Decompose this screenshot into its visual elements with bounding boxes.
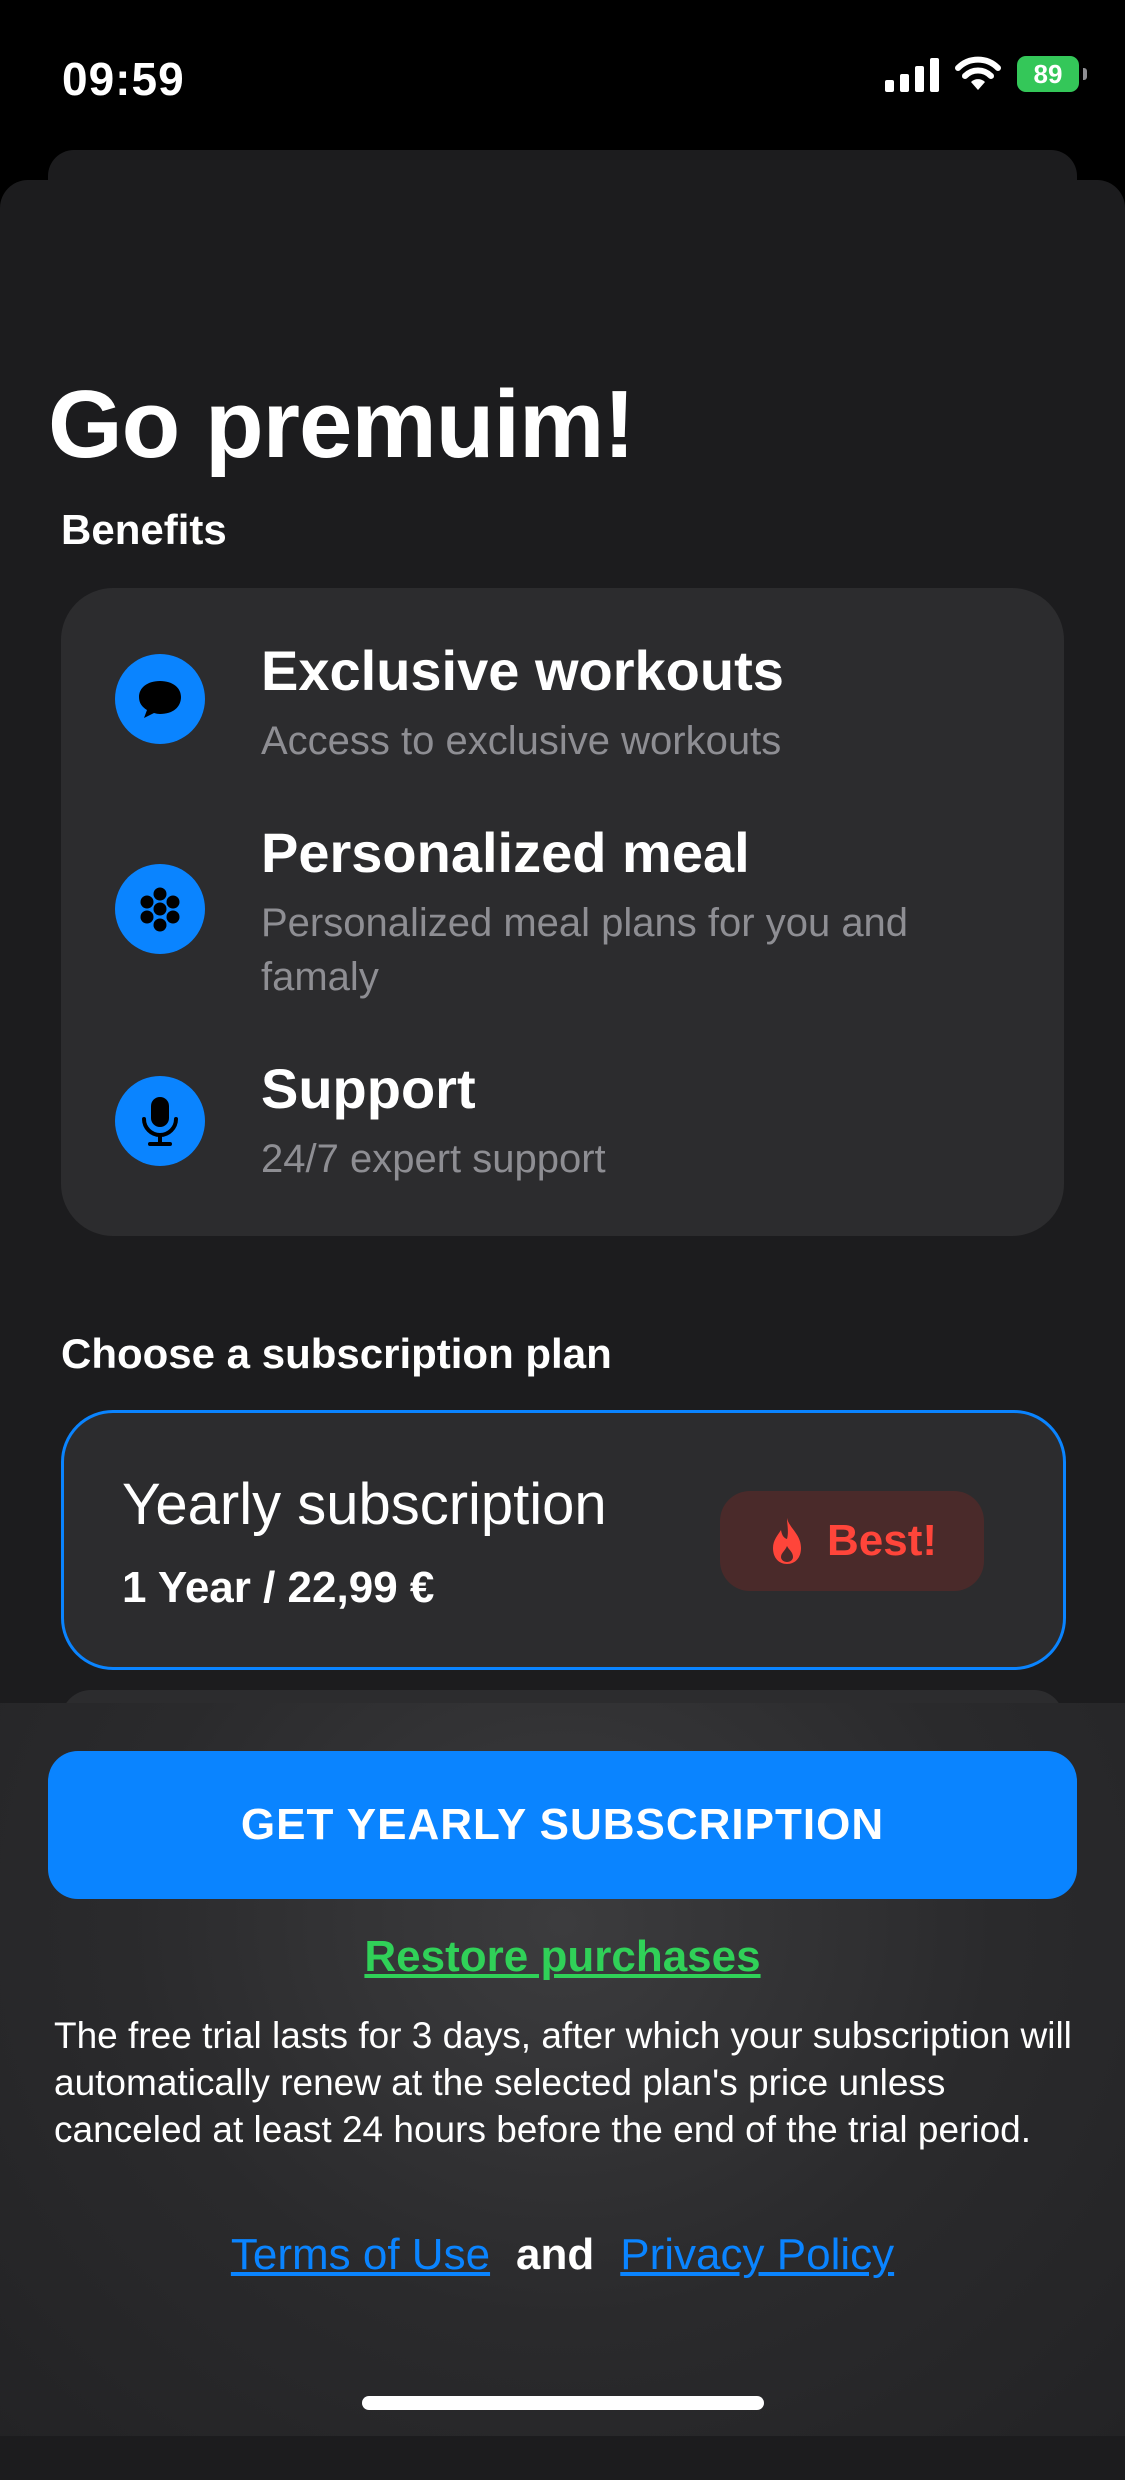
benefits-label: Benefits <box>61 506 227 553</box>
best-badge: Best! <box>720 1491 984 1591</box>
dots-grid-icon <box>115 864 205 954</box>
plan-title: Yearly subscription <box>122 1472 607 1537</box>
benefit-description: 24/7 expert support <box>261 1137 606 1181</box>
terms-of-use-link[interactable]: Terms of Use <box>231 2230 490 2280</box>
legal-links: Terms of Use and Privacy Policy <box>0 2230 1125 2280</box>
benefit-title: Exclusive workouts <box>261 639 784 702</box>
status-time: 09:59 <box>62 53 185 105</box>
benefits-card: Exclusive workouts Access to exclusive w… <box>61 588 1064 1236</box>
privacy-policy-link[interactable]: Privacy Policy <box>620 2230 894 2280</box>
benefit-title: Support <box>261 1057 476 1120</box>
benefit-description: Access to exclusive workouts <box>261 719 782 763</box>
battery-tip <box>1083 68 1087 80</box>
battery-level: 89 <box>1033 58 1063 89</box>
get-subscription-button[interactable]: GET YEARLY SUBSCRIPTION <box>48 1751 1077 1899</box>
microphone-icon <box>115 1076 205 1166</box>
cellular-signal-icon <box>885 56 939 92</box>
benefit-title: Personalized meal <box>261 821 750 884</box>
chat-bubble-icon <box>115 654 205 744</box>
page-title: Go premuim! <box>48 371 635 478</box>
plan-price: 1 Year / 22,99 € <box>122 1563 435 1612</box>
badge-label: Best! <box>826 1516 938 1565</box>
wifi-icon <box>955 56 1001 90</box>
home-indicator[interactable] <box>362 2396 764 2410</box>
and-label: and <box>516 2230 595 2279</box>
battery-charging-icon: 89 <box>1017 56 1079 92</box>
benefit-description: Personalized meal plans for you and fama… <box>261 901 909 999</box>
restore-purchases-link[interactable]: Restore purchases <box>0 1932 1125 1982</box>
flame-icon <box>772 1518 801 1564</box>
status-icons: 89 <box>885 56 1087 92</box>
plans-label: Choose a subscription plan <box>61 1330 612 1377</box>
trial-disclaimer: The free trial lasts for 3 days, after w… <box>54 2015 1072 2150</box>
plan-card-yearly[interactable]: Yearly subscription 1 Year / 22,99 € Bes… <box>61 1410 1066 1670</box>
status-bar: 09:59 89 <box>0 0 1125 150</box>
